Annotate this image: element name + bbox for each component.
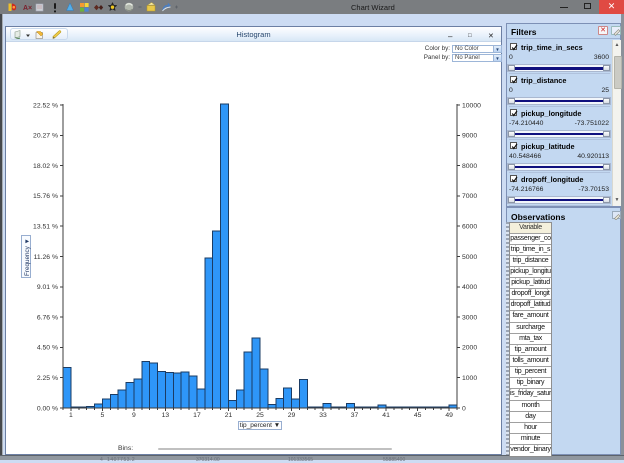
svg-text:18.02 %: 18.02 % <box>33 163 58 170</box>
svg-text:0.00 %: 0.00 % <box>37 405 58 412</box>
svg-text:5: 5 <box>101 412 105 419</box>
svg-text:41: 41 <box>382 412 390 419</box>
svg-text:9000: 9000 <box>462 133 477 140</box>
svg-text:1: 1 <box>69 412 73 419</box>
svg-text:3000: 3000 <box>462 314 477 321</box>
svg-text:0: 0 <box>462 405 466 412</box>
svg-text:25: 25 <box>256 412 264 419</box>
svg-text:33: 33 <box>319 412 327 419</box>
svg-text:10000: 10000 <box>462 102 481 109</box>
svg-text:6.76 %: 6.76 % <box>37 314 58 321</box>
svg-text:5000: 5000 <box>462 254 477 261</box>
svg-text:9.01 %: 9.01 % <box>37 284 58 291</box>
svg-text:37: 37 <box>351 412 359 419</box>
svg-text:4.50 %: 4.50 % <box>37 345 58 352</box>
svg-text:7000: 7000 <box>462 193 477 200</box>
svg-text:49: 49 <box>445 412 453 419</box>
svg-text:45: 45 <box>414 412 422 419</box>
svg-text:13.51 %: 13.51 % <box>33 224 58 231</box>
svg-text:6000: 6000 <box>462 224 477 231</box>
svg-text:8000: 8000 <box>462 163 477 170</box>
svg-text:2.25 %: 2.25 % <box>37 375 58 382</box>
svg-text:9: 9 <box>132 412 136 419</box>
svg-text:11.26 %: 11.26 % <box>34 254 58 261</box>
svg-text:20.27 %: 20.27 % <box>33 133 58 140</box>
svg-text:1000: 1000 <box>462 375 477 382</box>
svg-text:21: 21 <box>225 412 233 419</box>
svg-text:22.52 %: 22.52 % <box>33 102 58 109</box>
svg-text:13: 13 <box>162 412 170 419</box>
svg-text:15.76 %: 15.76 % <box>33 193 58 200</box>
svg-text:29: 29 <box>288 412 296 419</box>
svg-text:2000: 2000 <box>462 345 477 352</box>
svg-text:4000: 4000 <box>462 284 477 291</box>
svg-text:17: 17 <box>193 412 201 419</box>
